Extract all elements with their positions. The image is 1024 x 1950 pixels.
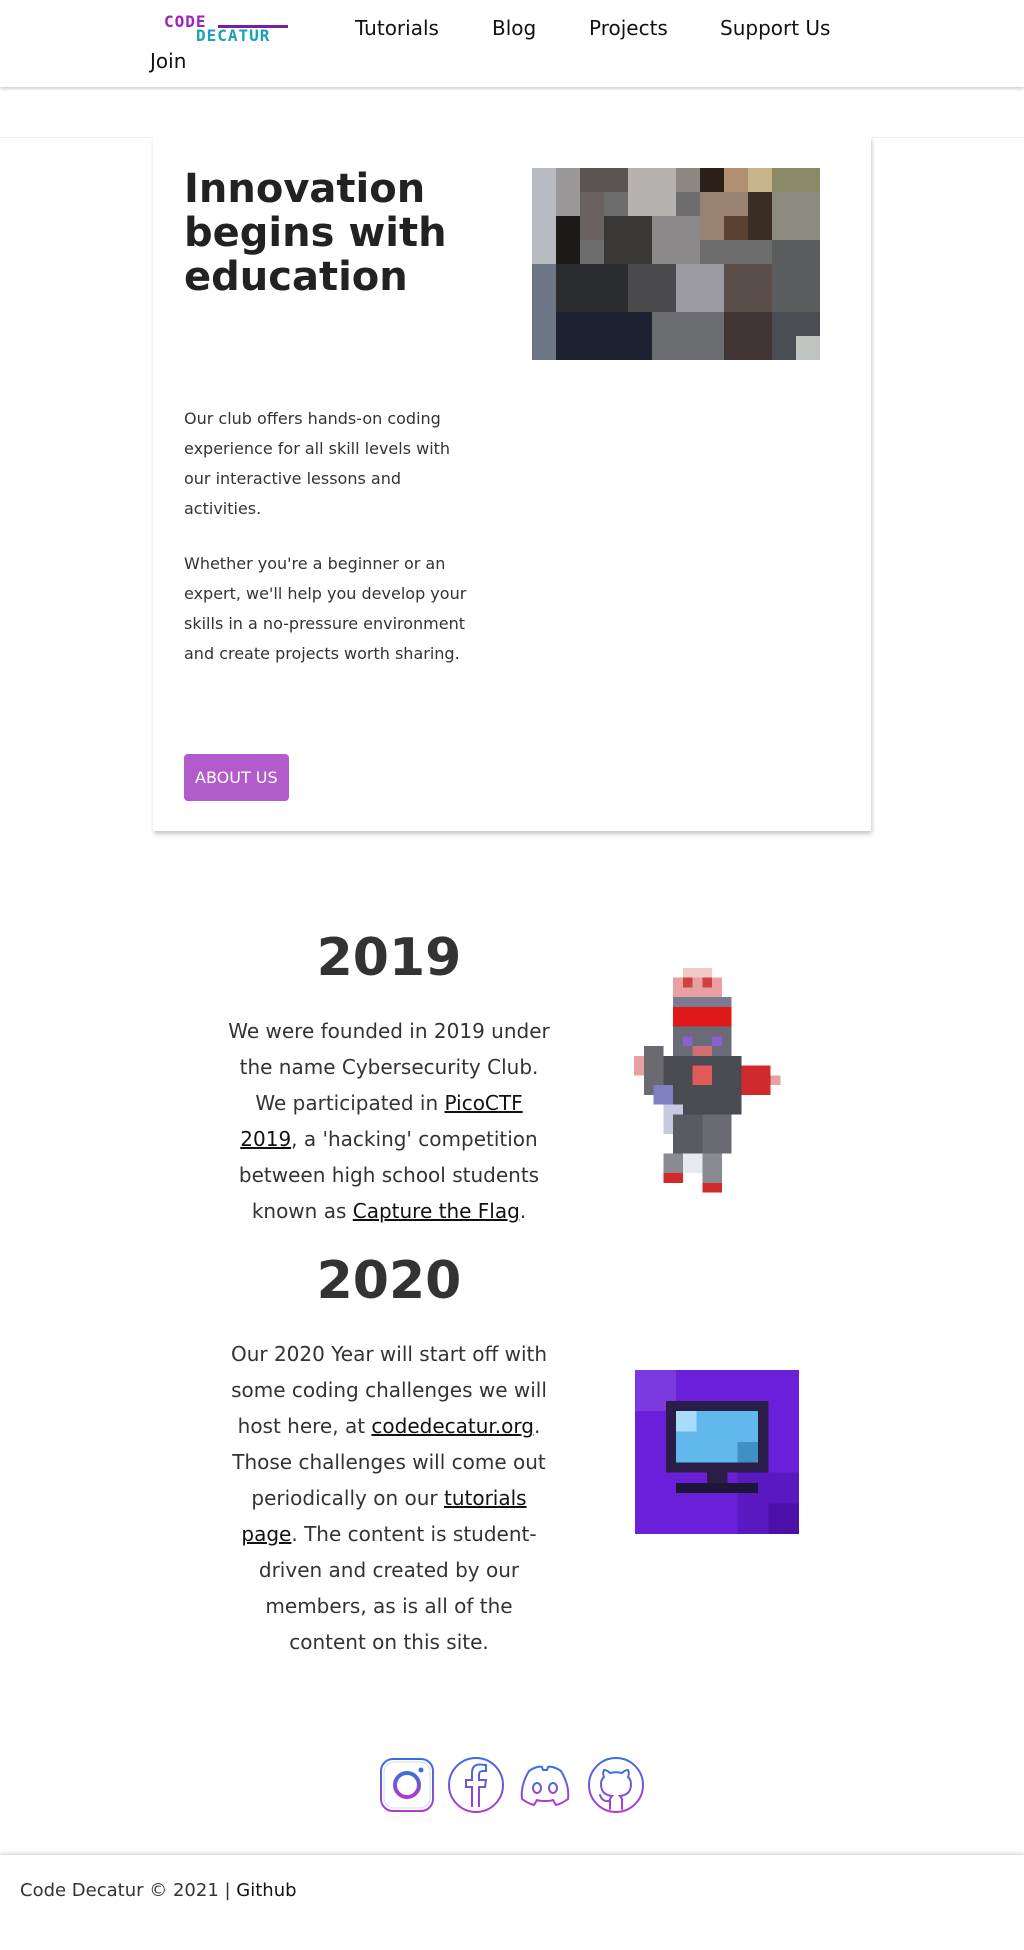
code-decatur-logo[interactable]: CODE DECATUR [164, 14, 288, 46]
codedecatur-link[interactable]: codedecatur.org [371, 1414, 534, 1438]
page-footer: Code Decatur © 2021 | Github [0, 1855, 1024, 1950]
hero-title: Innovation begins with education [184, 166, 447, 300]
hero-paragraph-1: Our club offers hands-on coding experien… [184, 409, 451, 518]
instagram-icon[interactable] [377, 1755, 437, 1815]
top-nav: CODE DECATUR Tutorials Blog Projects Sup… [0, 0, 1024, 87]
year-heading-2020: 2020 [316, 1251, 462, 1311]
year-heading-2019: 2019 [316, 928, 462, 988]
about-us-button[interactable]: ABOUT US [184, 754, 289, 801]
discord-icon[interactable] [515, 1755, 575, 1815]
year-text-2019: We were founded in 2019 under the name C… [224, 1013, 554, 1229]
year-text-2019-part3: . [519, 1199, 527, 1223]
computer-sprite-image [635, 1370, 799, 1534]
logo-text-bottom: DECATUR [196, 26, 271, 45]
nav-link-tutorials[interactable]: Tutorials [355, 16, 439, 40]
capture-the-flag-link[interactable]: Capture the Flag [353, 1199, 520, 1223]
hero-photo [532, 168, 820, 360]
github-icon[interactable] [586, 1755, 646, 1815]
year-text-2020: Our 2020 Year will start off with some c… [224, 1336, 554, 1660]
nav-link-projects[interactable]: Projects [589, 16, 668, 40]
footer-text: Code Decatur © 2021 | Github [20, 1879, 297, 1903]
hero-card: Innovation begins with education Our clu… [153, 137, 871, 831]
nav-link-join[interactable]: Join [150, 49, 186, 73]
facebook-icon[interactable] [446, 1755, 506, 1815]
spacer-strip [0, 98, 1024, 138]
nav-link-support-us[interactable]: Support Us [720, 16, 830, 40]
footer-github-link[interactable]: Github [236, 1880, 296, 1901]
footer-copyright: Code Decatur © 2021 | [20, 1880, 237, 1901]
nav-link-blog[interactable]: Blog [492, 16, 536, 40]
robot-sprite-image [634, 967, 781, 1193]
hero-paragraph-2: Whether you're a beginner or an expert, … [184, 554, 467, 663]
year-text-2020-part3: . The content is student-driven and crea… [258, 1522, 537, 1654]
